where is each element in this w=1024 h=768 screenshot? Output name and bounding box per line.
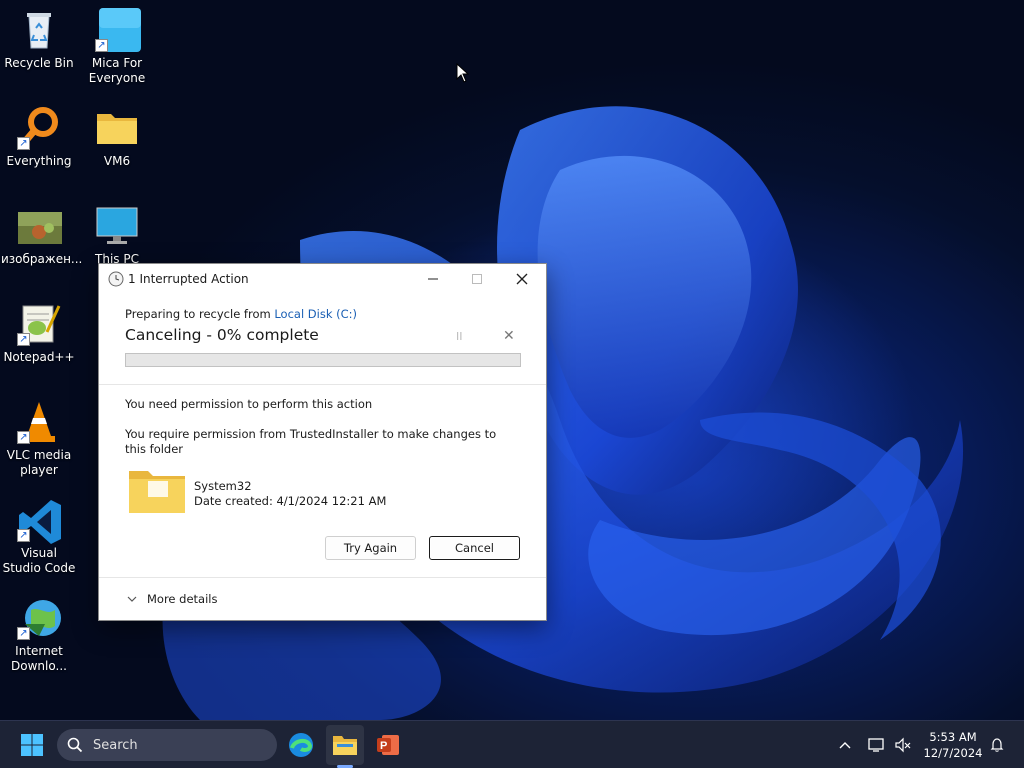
- desktop-icon-vscode[interactable]: ↗ Visual Studio Code: [1, 498, 77, 576]
- notifications-button[interactable]: [986, 721, 1008, 768]
- folder-icon: [95, 106, 139, 150]
- powerpoint-icon: P: [377, 735, 399, 755]
- show-hidden-icons-button[interactable]: [834, 721, 856, 768]
- item-name: System32: [194, 479, 252, 493]
- pause-button[interactable]: II: [456, 330, 463, 343]
- recycle-bin-icon: [17, 8, 61, 52]
- image-file-icon: [17, 204, 62, 248]
- shortcut-arrow-icon: ↗: [17, 431, 30, 444]
- shortcut-arrow-icon: ↗: [17, 529, 30, 542]
- everything-search-icon: ↗: [17, 106, 61, 150]
- taskbar: Search P 5:53 AM 12/7/2024: [0, 720, 1024, 768]
- bell-icon: [990, 738, 1004, 752]
- desktop-icon-label: Everything: [6, 154, 72, 168]
- close-button[interactable]: [500, 264, 544, 294]
- location-link[interactable]: Local Disk (C:): [274, 307, 357, 321]
- mica-app-icon: ↗: [95, 8, 141, 52]
- shortcut-arrow-icon: ↗: [17, 137, 30, 150]
- desktop-icon-label: Mica For Everyone: [88, 56, 146, 85]
- desktop-icon-everything[interactable]: ↗ Everything: [1, 106, 77, 169]
- desktop-icon-this-pc[interactable]: This PC: [79, 204, 155, 267]
- idm-globe-icon: ↗: [17, 596, 61, 640]
- desktop-icon-notepadpp[interactable]: ↗ Notepad++: [1, 302, 77, 365]
- clock-date: 12/7/2024: [923, 746, 983, 760]
- taskbar-clock[interactable]: 5:53 AM 12/7/2024: [918, 729, 988, 761]
- divider: [99, 384, 546, 385]
- notepadpp-icon: ↗: [17, 302, 61, 346]
- file-explorer-icon: [333, 736, 357, 755]
- desktop-icon-image[interactable]: изображен...: [1, 204, 83, 267]
- interrupted-action-dialog: 1 Interrupted Action Preparing to recycl…: [98, 263, 547, 621]
- desktop-icon-recycle-bin[interactable]: Recycle Bin: [1, 8, 77, 71]
- desktop-icon-label: VM6: [103, 154, 131, 168]
- desktop-icon-label: Internet Downlo...: [11, 644, 67, 673]
- cancel-button[interactable]: Cancel: [429, 536, 520, 560]
- chevron-up-icon: [839, 742, 851, 749]
- divider: [99, 577, 546, 578]
- shortcut-arrow-icon: ↗: [17, 627, 30, 640]
- maximize-icon: [472, 274, 482, 284]
- clock-icon: [108, 271, 124, 287]
- taskbar-search-box[interactable]: Search: [57, 729, 277, 761]
- vlc-cone-icon: ↗: [17, 400, 61, 444]
- close-icon: [516, 273, 528, 285]
- start-button[interactable]: [14, 721, 50, 768]
- svg-text:P: P: [380, 740, 387, 752]
- dialog-title: 1 Interrupted Action: [128, 272, 249, 286]
- item-date: Date created: 4/1/2024 12:21 AM: [194, 494, 387, 508]
- desktop-icon-label: Recycle Bin: [4, 56, 74, 70]
- progress-title: Canceling - 0% complete: [125, 326, 319, 344]
- desktop-icon-idm[interactable]: ↗ Internet Downlo...: [1, 596, 77, 674]
- chevron-down-icon: [127, 596, 137, 602]
- desktop-icon-label: VLC media player: [6, 448, 72, 477]
- more-details-label: More details: [147, 592, 218, 606]
- desktop-icon-label: Notepad++: [3, 350, 75, 364]
- desktop-icon-vlc[interactable]: ↗ VLC media player: [1, 400, 77, 478]
- shortcut-arrow-icon: ↗: [95, 39, 108, 52]
- taskbar-powerpoint[interactable]: P: [370, 721, 406, 768]
- taskbar-edge[interactable]: [283, 721, 319, 768]
- preparing-prefix: Preparing to recycle from: [125, 307, 275, 321]
- monitor-icon: [95, 204, 139, 248]
- folder-icon: [129, 471, 185, 513]
- search-placeholder: Search: [93, 737, 138, 753]
- edge-icon: [289, 733, 313, 757]
- preparing-text: Preparing to recycle from Local Disk (C:…: [125, 307, 357, 321]
- search-icon: [67, 737, 83, 753]
- windows-logo-icon: [21, 734, 43, 756]
- desktop-icon-label: изображен...: [1, 252, 83, 266]
- permission-title: You need permission to perform this acti…: [125, 397, 373, 411]
- progress-bar: [125, 353, 521, 367]
- stop-button[interactable]: ✕: [503, 328, 515, 344]
- vscode-icon: ↗: [17, 498, 61, 544]
- desktop-icon-label: Visual Studio Code: [2, 546, 76, 575]
- more-details-toggle[interactable]: More details: [127, 592, 217, 606]
- desktop-icon-mica[interactable]: ↗ Mica For Everyone: [79, 8, 155, 86]
- mouse-cursor-icon: [456, 63, 470, 83]
- clock-time: 5:53 AM: [929, 730, 977, 744]
- shortcut-arrow-icon: ↗: [17, 333, 30, 346]
- minimize-button[interactable]: [411, 264, 455, 294]
- maximize-button[interactable]: [455, 264, 499, 294]
- taskbar-file-explorer[interactable]: [326, 725, 364, 765]
- try-again-button[interactable]: Try Again: [325, 536, 416, 560]
- volume-button[interactable]: [892, 721, 914, 768]
- dialog-titlebar[interactable]: 1 Interrupted Action: [99, 264, 546, 294]
- volume-muted-icon: [895, 737, 911, 753]
- network-icon: [868, 738, 884, 752]
- permission-detail: You require permission from TrustedInsta…: [125, 427, 497, 456]
- desktop-icon-vm6[interactable]: VM6: [79, 106, 155, 169]
- minimize-icon: [428, 278, 438, 280]
- network-status-button[interactable]: [866, 721, 888, 768]
